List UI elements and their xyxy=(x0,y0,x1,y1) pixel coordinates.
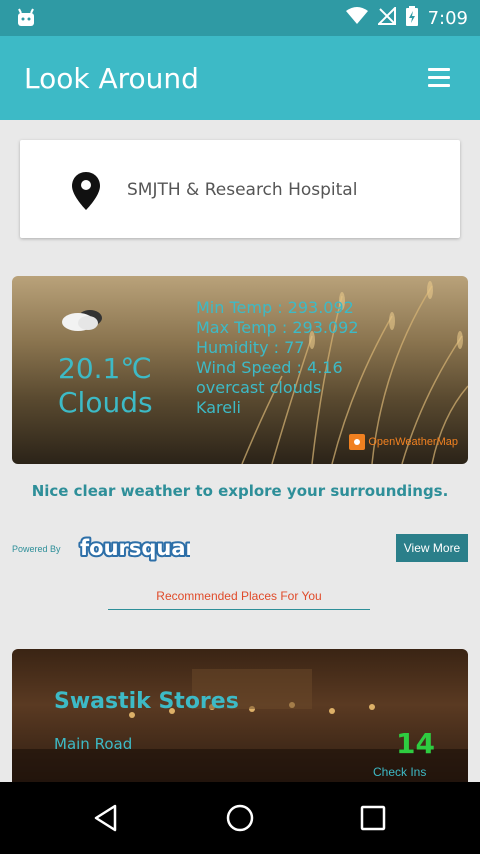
view-more-button[interactable]: View More xyxy=(396,534,468,562)
status-bar: 7:09 xyxy=(0,0,480,36)
cloud-moon-icon xyxy=(60,306,104,337)
nav-home-icon[interactable] xyxy=(224,802,256,834)
weather-tagline: Nice clear weather to explore your surro… xyxy=(31,482,449,500)
recommended-label: Recommended Places For You xyxy=(156,589,322,603)
place-address: Main Road xyxy=(54,735,133,753)
humidity: Humidity : 77 xyxy=(196,338,305,357)
weather-description: overcast clouds xyxy=(196,378,322,397)
openweathermap-logo: OpenWeatherMap xyxy=(349,434,458,450)
battery-charging-icon xyxy=(405,6,418,31)
checkins-count: 14 xyxy=(396,727,435,760)
location-card[interactable]: SMJTH & Research Hospital xyxy=(20,140,460,238)
weather-details: Min Temp : 293.092 Max Temp : 293.092 Hu… xyxy=(196,298,359,418)
nav-recents-icon[interactable] xyxy=(357,802,389,834)
foursquare-logo: foursquare xyxy=(78,534,190,562)
weather-provider: OpenWeatherMap xyxy=(368,436,458,448)
nav-back-icon[interactable] xyxy=(90,802,122,834)
weather-card: 20.1℃ Clouds Min Temp : 293.092 Max Temp… xyxy=(12,276,468,464)
min-temp: Min Temp : 293.092 xyxy=(196,298,354,317)
no-signal-icon xyxy=(376,5,396,30)
app-bar: Look Around xyxy=(0,36,480,120)
android-debug-icon xyxy=(16,8,36,33)
sun-icon xyxy=(349,434,366,450)
app-title: Look Around xyxy=(24,62,199,95)
map-pin-icon xyxy=(72,172,100,215)
place-card[interactable]: Swastik Stores Main Road 14 Check Ins xyxy=(12,649,468,789)
divider xyxy=(108,609,370,610)
wifi-icon xyxy=(345,7,368,30)
weather-condition: Clouds xyxy=(58,386,153,419)
max-temp: Max Temp : 293.092 xyxy=(196,318,359,337)
place-name: Swastik Stores xyxy=(54,689,239,714)
navigation-bar xyxy=(0,782,480,854)
hamburger-menu-icon[interactable] xyxy=(428,68,450,88)
location-name: SMJTH & Research Hospital xyxy=(127,180,358,200)
powered-by-label: Powered By xyxy=(12,544,61,554)
foursquare-logo-text: foursquare xyxy=(80,536,190,560)
checkins-label: Check Ins xyxy=(373,765,427,779)
temperature: 20.1℃ xyxy=(58,352,152,385)
status-time: 7:09 xyxy=(427,8,468,29)
weather-city: Kareli xyxy=(196,398,241,417)
wind-speed: Wind Speed : 4.16 xyxy=(196,358,343,377)
